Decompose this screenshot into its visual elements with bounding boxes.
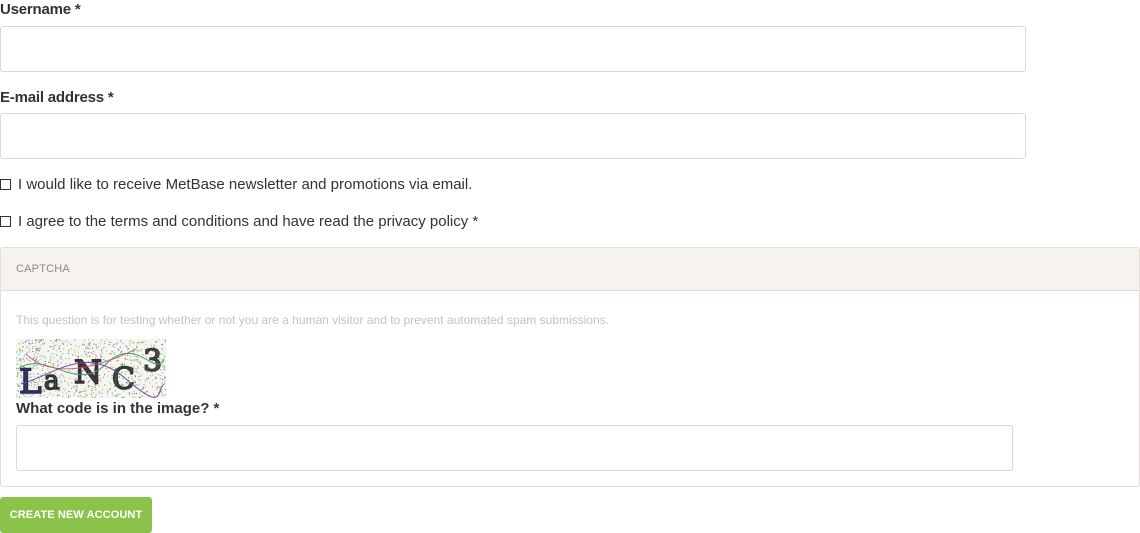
create-account-button[interactable]: CREATE NEW ACCOUNT	[0, 497, 152, 533]
newsletter-checkbox[interactable]	[0, 179, 11, 190]
captcha-question-label: What code is in the image? *	[16, 400, 220, 417]
captcha-answer-input[interactable]	[16, 425, 1013, 471]
svg-text:C: C	[112, 362, 135, 397]
svg-text:N: N	[74, 353, 102, 391]
svg-text:3: 3	[143, 344, 162, 379]
newsletter-option[interactable]: I would like to receive MetBase newslett…	[0, 176, 472, 193]
registration-form: Username * E-mail address * I would like…	[0, 0, 1140, 533]
email-label: E-mail address *	[0, 89, 114, 106]
newsletter-label: I would like to receive MetBase newslett…	[18, 176, 473, 193]
captcha-title: CAPTCHA	[16, 263, 70, 275]
email-input[interactable]	[0, 113, 1026, 159]
username-input[interactable]	[0, 26, 1026, 72]
username-label: Username *	[0, 1, 81, 18]
svg-text:L: L	[19, 362, 42, 398]
svg-text:a: a	[44, 366, 60, 396]
captcha-fieldset: CAPTCHA This question is for testing whe…	[0, 247, 1140, 487]
captcha-image: L a N C 3	[16, 339, 166, 398]
captcha-header: CAPTCHA	[1, 248, 1139, 291]
terms-option[interactable]: I agree to the terms and conditions and …	[0, 213, 478, 230]
terms-checkbox[interactable]	[0, 216, 11, 227]
terms-label: I agree to the terms and conditions and …	[18, 213, 479, 230]
captcha-description: This question is for testing whether or …	[16, 313, 609, 327]
